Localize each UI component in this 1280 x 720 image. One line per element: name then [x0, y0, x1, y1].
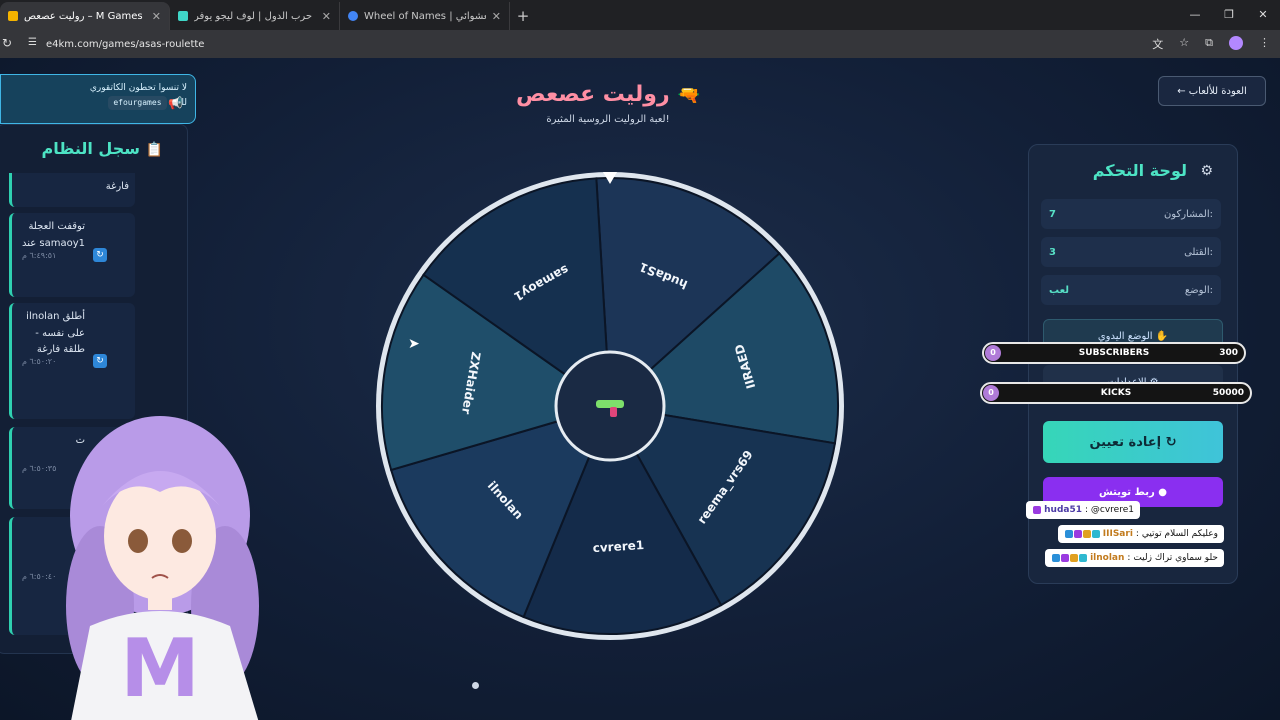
menu-icon[interactable]: ⋮	[1259, 36, 1270, 52]
tab-title: لعبة حرب الدول | لوف ليجو يوفر	[194, 10, 316, 22]
wheel-svg: hudaS1IIRAEDreema_vrs69cvrere1ilnolanZXH…	[376, 172, 844, 640]
browser-tabbar: روليت عصعص – M Games ✕ لعبة حرب الدول | …	[0, 0, 1280, 30]
close-icon[interactable]: ✕	[492, 10, 501, 23]
participants-label: المشاركون:	[1163, 208, 1213, 220]
log-text: توقفت العجلة عند samaoy1	[21, 221, 85, 249]
log-time: ٦:٤٩:٥١ م	[22, 251, 57, 260]
tab-roulette[interactable]: روليت عصعص – M Games ✕	[0, 2, 170, 30]
chat-message: huda51: @cvrere1	[1026, 501, 1140, 519]
system-log-title: سجل النظام	[41, 139, 140, 158]
profile-avatar[interactable]	[1229, 36, 1243, 50]
chat-message: ilnolan: حلو سماوي تراك زليت	[1045, 549, 1224, 567]
chat-text: وعليكم السلام توتيي	[1141, 529, 1218, 539]
url-input[interactable]: e4km.com/games/asas-roulette	[46, 39, 204, 50]
water-gun-handle-icon	[610, 407, 617, 417]
participants-value: 7	[1049, 208, 1056, 220]
page-title: روليت عصعص 🔫	[515, 82, 701, 107]
kicks-label: KICKS	[1100, 388, 1132, 398]
mouse-cursor-icon: ➤	[408, 336, 420, 352]
gear-icon: ⚙	[1200, 163, 1213, 179]
tab-title: روليت عصعص – M Games	[24, 10, 143, 22]
log-text: ilnolan أطلق على نفسه - طلقة فارغة	[26, 311, 85, 355]
tab-wheel-of-names[interactable]: Wheel of Names | اسم العشوائي ✕	[340, 2, 510, 30]
chat-badge-icon	[1091, 530, 1100, 538]
svg-text:M: M	[120, 622, 200, 715]
chat-badge-icon	[1082, 530, 1091, 538]
minimize-icon[interactable]: —	[1178, 0, 1212, 28]
close-window-icon[interactable]: ✕	[1246, 0, 1280, 28]
subscribers-goal: 300	[1219, 348, 1238, 358]
chat-text: @cvrere1	[1090, 505, 1134, 515]
status-dot-icon	[472, 682, 479, 689]
tab-favicon-icon	[348, 11, 358, 21]
chat-badge-icon	[1061, 554, 1070, 562]
chat-user: huda51	[1044, 505, 1082, 515]
water-gun-icon: 🔫	[677, 85, 701, 106]
participants-stat: 7 المشاركون:	[1041, 199, 1221, 229]
translate-icon[interactable]: 文	[1152, 36, 1163, 52]
chat-badge-icon	[1052, 554, 1061, 562]
reset-button[interactable]: إعادة تعيين ↻	[1043, 421, 1223, 463]
address-bar: ↻ ☰ e4km.com/games/asas-roulette 文 ☆ ⧉ ⋮	[0, 30, 1280, 58]
kills-value: 3	[1049, 246, 1056, 258]
window-controls: — ❐ ✕	[1178, 0, 1280, 28]
chat-badge-icon	[1033, 506, 1042, 514]
chat-badge-icon	[1079, 554, 1088, 562]
tab-war-game[interactable]: لعبة حرب الدول | لوف ليجو يوفر ✕	[170, 2, 340, 30]
hand-icon: ✋	[1155, 330, 1169, 342]
kills-stat: 3 القتلى:	[1041, 237, 1221, 267]
chat-user: ilnolan	[1090, 553, 1125, 563]
back-to-games-button[interactable]: ← العودة للألعاب	[1158, 76, 1266, 106]
clipboard-icon: 📋	[145, 142, 163, 158]
refresh-icon: ↻	[93, 248, 107, 262]
tab-title: Wheel of Names | اسم العشوائي	[364, 10, 486, 22]
new-tab-button[interactable]: +	[510, 2, 536, 30]
log-text: فارغة	[105, 181, 129, 192]
log-time: ٦:٥٠:٢٠ م	[22, 357, 57, 366]
kicks-goal-bar: 0 KICKS 50000	[980, 382, 1252, 404]
page-subtitle: لعبة الروليت الروسية المثيرة!	[546, 114, 670, 125]
close-icon[interactable]: ✕	[322, 10, 331, 23]
tab-favicon-icon	[178, 11, 188, 21]
control-panel-title: لوحة التحكم	[1092, 161, 1187, 180]
chat-text: حلو سماوي تراك زليت	[1133, 553, 1218, 563]
kills-label: القتلى:	[1184, 246, 1213, 258]
restore-icon[interactable]: ❐	[1212, 0, 1246, 28]
twitch-icon: ●	[1158, 486, 1167, 498]
game-page: لا تنسوا تحطون الكاتقوري efourgames للعب…	[0, 58, 1280, 720]
extensions-icon[interactable]: ⧉	[1205, 36, 1213, 52]
mode-label: الوضع:	[1184, 284, 1213, 296]
refresh-icon: ↻	[93, 354, 107, 368]
vtuber-avatar: M	[66, 416, 259, 720]
reload-icon[interactable]: ↻	[2, 36, 12, 50]
chat-badge-icon	[1064, 530, 1073, 538]
chat-badge-icon	[1070, 554, 1079, 562]
log-item: فارغة	[9, 173, 135, 207]
roulette-wheel[interactable]: hudaS1 IIRAED reema_vrs69 cvrere1 ilnolan ZXH…	[372, 168, 848, 644]
chat-badge-icon	[1073, 530, 1082, 538]
bookmark-star-icon[interactable]: ☆	[1179, 36, 1189, 52]
chat-user: IIISari	[1102, 529, 1133, 539]
site-info-icon[interactable]: ☰	[28, 37, 37, 48]
log-item: توقفت العجلة عند samaoy1 ↻ ٦:٤٩:٥١ م	[9, 213, 135, 297]
chat-message: IIISari: وعليكم السلام توتيي	[1057, 525, 1224, 543]
tab-favicon-icon	[8, 11, 18, 21]
subscribers-goal-bar: 0 SUBSCRIBERS 300	[982, 342, 1246, 364]
close-icon[interactable]: ✕	[152, 10, 161, 23]
water-gun-icon	[596, 400, 624, 408]
mode-value: لعب	[1049, 284, 1069, 296]
kicks-goal: 50000	[1212, 388, 1244, 398]
subscribers-label: SUBSCRIBERS	[1078, 348, 1150, 358]
mode-stat: لعب الوضع:	[1041, 275, 1221, 305]
refresh-icon: ↻	[1165, 434, 1177, 450]
